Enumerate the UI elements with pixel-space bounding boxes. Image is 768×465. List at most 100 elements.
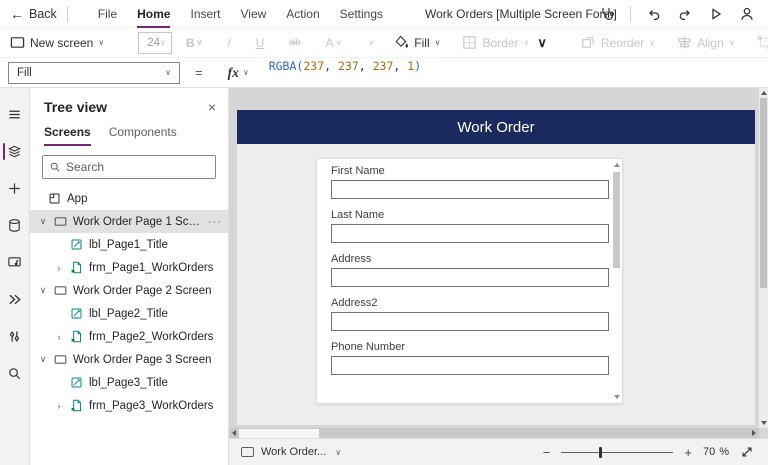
menu-item-settings[interactable]: Settings: [340, 0, 383, 28]
menu-item-file[interactable]: File: [98, 0, 117, 28]
fit-to-window-button[interactable]: [740, 445, 754, 459]
tree-item-label-3[interactable]: lbl_Page3_Title: [30, 371, 228, 394]
scroll-up-arrow-icon: [614, 163, 620, 167]
rail-item-variables[interactable]: [0, 318, 30, 355]
canvas-horizontal-scrollbar[interactable]: [229, 428, 759, 438]
tab-screens[interactable]: Screens: [44, 125, 91, 146]
font-color-button[interactable]: A ∨: [326, 36, 342, 50]
font-size-select[interactable]: 24 ∨: [138, 32, 172, 54]
ribbon-toolbar: New screen ∨ 24 ∨ B ∨ / U ab A ∨ ∨: [0, 28, 768, 58]
screen-icon: [10, 35, 25, 50]
work-order-form[interactable]: First Name Last Name Address Addres: [316, 158, 623, 404]
zoom-out-button[interactable]: −: [543, 446, 551, 459]
zoom-slider-handle[interactable]: [599, 447, 602, 458]
chevron-down-icon: ∨: [435, 39, 441, 47]
form-field: Last Name: [331, 209, 596, 243]
fx-button[interactable]: fx ∨: [218, 58, 259, 87]
variables-icon: [7, 329, 22, 344]
strikethrough-button[interactable]: ab: [289, 37, 300, 48]
tree-item-label-1[interactable]: lbl_Page1_Title: [30, 233, 228, 256]
undo-button[interactable]: [645, 5, 663, 23]
tree-item-app[interactable]: App: [30, 187, 228, 210]
tree-item-screen-2[interactable]: ∨ Work Order Page 2 Screen: [30, 279, 228, 302]
tree-view-icon: [7, 144, 22, 159]
bold-button[interactable]: B ∨: [186, 36, 203, 50]
database-icon: [7, 218, 22, 233]
menu-item-view[interactable]: View: [241, 0, 267, 28]
chevron-down-icon: ∨: [38, 354, 48, 365]
tree-item-screen-3[interactable]: ∨ Work Order Page 3 Screen: [30, 348, 228, 371]
scrollbar-thumb[interactable]: [239, 429, 319, 438]
form-field-input[interactable]: [331, 312, 609, 331]
fill-button[interactable]: Fill ∨: [394, 35, 440, 50]
search-icon: [7, 366, 22, 381]
menu-item-insert[interactable]: Insert: [190, 0, 220, 28]
scrollbar-thumb[interactable]: [760, 98, 767, 288]
form-control-icon: [70, 261, 83, 274]
expand-diagonal-icon: [740, 445, 754, 459]
form-scrollbar[interactable]: [613, 163, 620, 399]
menu-item-action[interactable]: Action: [286, 0, 319, 28]
chevron-down-icon: ∨: [649, 39, 655, 47]
property-select[interactable]: Fill ∨: [8, 62, 180, 84]
rail-item-media[interactable]: [0, 244, 30, 281]
form-field-input[interactable]: [331, 268, 609, 287]
tree-item-label-2[interactable]: lbl_Page2_Title: [30, 302, 228, 325]
close-panel-button[interactable]: ×: [208, 100, 216, 114]
zoom-in-button[interactable]: +: [684, 446, 692, 459]
account-button[interactable]: [738, 5, 756, 23]
italic-button[interactable]: /: [227, 36, 230, 50]
form-field-input[interactable]: [331, 356, 609, 375]
tree-search-box[interactable]: [42, 155, 216, 179]
chevron-right-icon: ›: [54, 332, 64, 342]
underline-button[interactable]: U: [256, 36, 265, 50]
menu-item-home[interactable]: Home: [137, 0, 170, 28]
text-align-button[interactable]: ∨: [366, 39, 374, 47]
zoom-slider[interactable]: [561, 447, 673, 458]
rail-item-insert[interactable]: [0, 170, 30, 207]
preview-play-button[interactable]: [707, 5, 725, 23]
rail-item-data[interactable]: [0, 207, 30, 244]
hamburger-menu-button[interactable]: [0, 96, 30, 133]
back-button[interactable]: ← Back: [10, 7, 57, 21]
status-bar: Work Order... ∨ − + 70 %: [229, 438, 768, 465]
align-button[interactable]: Align ∨: [677, 35, 735, 50]
form-field: First Name: [331, 165, 596, 199]
tab-components[interactable]: Components: [109, 125, 177, 146]
screen-title-bar[interactable]: Work Order: [237, 110, 755, 144]
more-options-icon[interactable]: ···: [208, 216, 222, 228]
chevron-down-icon: ∨: [38, 216, 48, 227]
ribbon-expand-chevron[interactable]: ∨: [537, 35, 547, 51]
scroll-right-arrow-icon: [752, 430, 756, 436]
formula-input[interactable]: RGBA(237, 237, 237, 1): [269, 59, 421, 87]
reorder-icon: [581, 35, 596, 50]
screen-icon: [241, 447, 254, 457]
chevron-down-icon: ∨: [243, 69, 249, 77]
chevron-right-icon: ›: [54, 263, 64, 273]
scroll-up-arrow-icon: [761, 91, 767, 95]
rail-item-search[interactable]: [0, 355, 30, 392]
tree-item-screen-1[interactable]: ∨ Work Order Page 1 Screen ···: [30, 210, 228, 233]
group-button[interactable]: Group ∨: [757, 35, 768, 50]
rail-item-power-automate[interactable]: [0, 281, 30, 318]
tree-view-panel: Tree view × Screens Components App ∨ W: [30, 88, 229, 465]
tree-item-form-3[interactable]: › frm_Page3_WorkOrders: [30, 394, 228, 417]
tree-item-form-1[interactable]: › frm_Page1_WorkOrders: [30, 256, 228, 279]
chevron-down-icon: ∨: [368, 39, 374, 47]
reorder-button[interactable]: Reorder ∨: [581, 35, 655, 50]
form-field-input[interactable]: [331, 180, 609, 199]
scrollbar-thumb[interactable]: [613, 172, 620, 268]
screen-icon: [54, 284, 67, 297]
tree-item-form-2[interactable]: › frm_Page2_WorkOrders: [30, 325, 228, 348]
new-screen-button[interactable]: New screen ∨: [10, 35, 104, 50]
form-field-input[interactable]: [331, 224, 609, 243]
app-screen[interactable]: Work Order First Name Last Name: [237, 110, 755, 425]
search-input[interactable]: [66, 160, 209, 174]
rail-item-tree-view[interactable]: [0, 133, 30, 170]
border-button[interactable]: Border ∨: [462, 35, 529, 50]
canvas-vertical-scrollbar[interactable]: [759, 88, 768, 428]
redo-button[interactable]: [676, 5, 694, 23]
media-icon: [7, 255, 22, 270]
chevron-down-icon: ∨: [160, 39, 166, 47]
screen-selector[interactable]: Work Order...: [261, 446, 326, 458]
